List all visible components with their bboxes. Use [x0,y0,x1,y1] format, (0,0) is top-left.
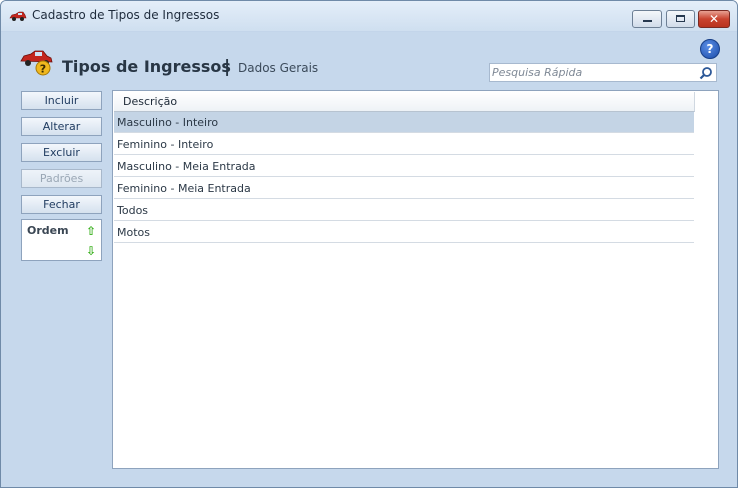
delete-button[interactable]: Excluir [21,143,102,162]
data-grid[interactable]: Descrição Masculino - Inteiro Feminino -… [112,90,719,469]
table-row[interactable]: Masculino - Inteiro [114,112,694,133]
header-separator: | [224,57,231,77]
close-icon: ✕ [708,12,720,26]
add-button[interactable]: Incluir [21,91,102,110]
minimize-button[interactable] [632,10,662,28]
defaults-button[interactable]: Padrões [21,169,102,188]
close-button[interactable]: ✕ [698,10,730,28]
cell-descricao: Masculino - Inteiro [117,116,219,129]
cell-descricao: Feminino - Meia Entrada [117,182,251,195]
car-help-icon: ? [20,50,53,76]
table-row[interactable]: Masculino - Meia Entrada [114,156,694,177]
maximize-button[interactable] [666,10,695,28]
table-row[interactable]: Motos [114,222,694,243]
column-header-label: Descrição [123,95,178,108]
svg-text:?: ? [40,63,46,76]
car-icon [9,11,27,21]
column-header-descricao[interactable]: Descrição [114,92,695,112]
move-down-icon[interactable]: ⇩ [86,244,96,258]
window-title: Cadastro de Tipos de Ingressos [32,8,220,22]
title-bar[interactable]: Cadastro de Tipos de Ingressos ✕ [1,1,737,32]
maximize-icon [676,15,685,22]
minimize-icon [643,20,652,22]
cell-descricao: Masculino - Meia Entrada [117,160,256,173]
cell-descricao: Todos [117,204,149,217]
close-form-button[interactable]: Fechar [21,195,102,214]
cell-descricao: Motos [117,226,150,239]
cell-descricao: Feminino - Inteiro [117,138,214,151]
search-input[interactable] [492,65,692,80]
search-icon[interactable] [699,66,713,80]
order-panel: Ordem ⇧ ⇩ [21,219,102,261]
move-up-icon[interactable]: ⇧ [86,224,96,238]
edit-button[interactable]: Alterar [21,117,102,136]
quick-search[interactable] [489,63,717,82]
table-row[interactable]: Feminino - Inteiro [114,134,694,155]
page-subtitle: Dados Gerais [238,61,319,75]
help-icon[interactable]: ? [700,39,720,59]
table-row[interactable]: Todos [114,200,694,221]
order-label: Ordem [27,224,69,237]
page-title: Tipos de Ingressos [62,57,231,76]
app-window: Cadastro de Tipos de Ingressos ✕ ? ? Tip… [0,0,738,488]
table-row[interactable]: Feminino - Meia Entrada [114,178,694,199]
